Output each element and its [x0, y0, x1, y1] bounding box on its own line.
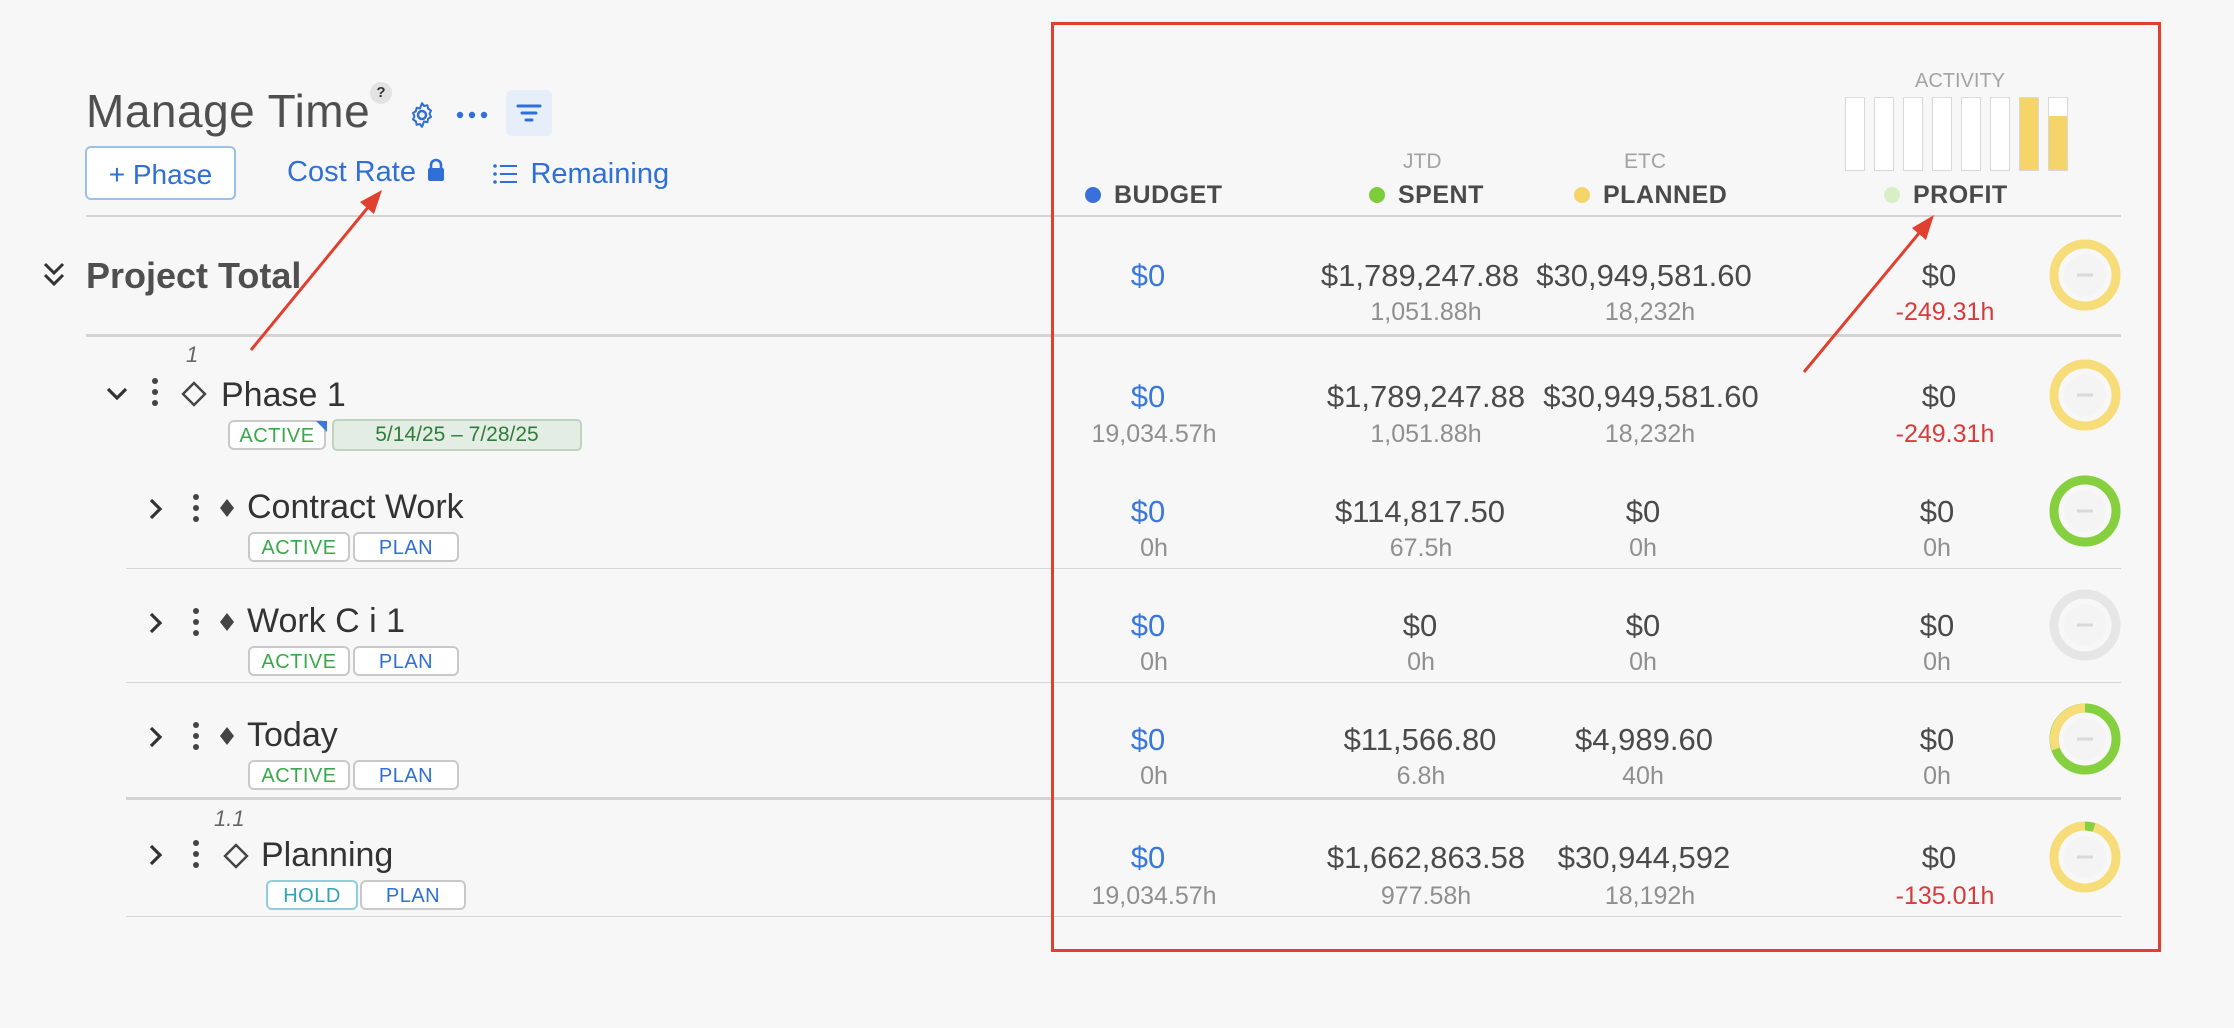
annotation-arrow: [1802, 225, 1927, 373]
annotation-arrows: [249, 190, 1934, 373]
annotation-arrowhead: [360, 190, 382, 214]
annotation-arrow: [249, 199, 376, 351]
